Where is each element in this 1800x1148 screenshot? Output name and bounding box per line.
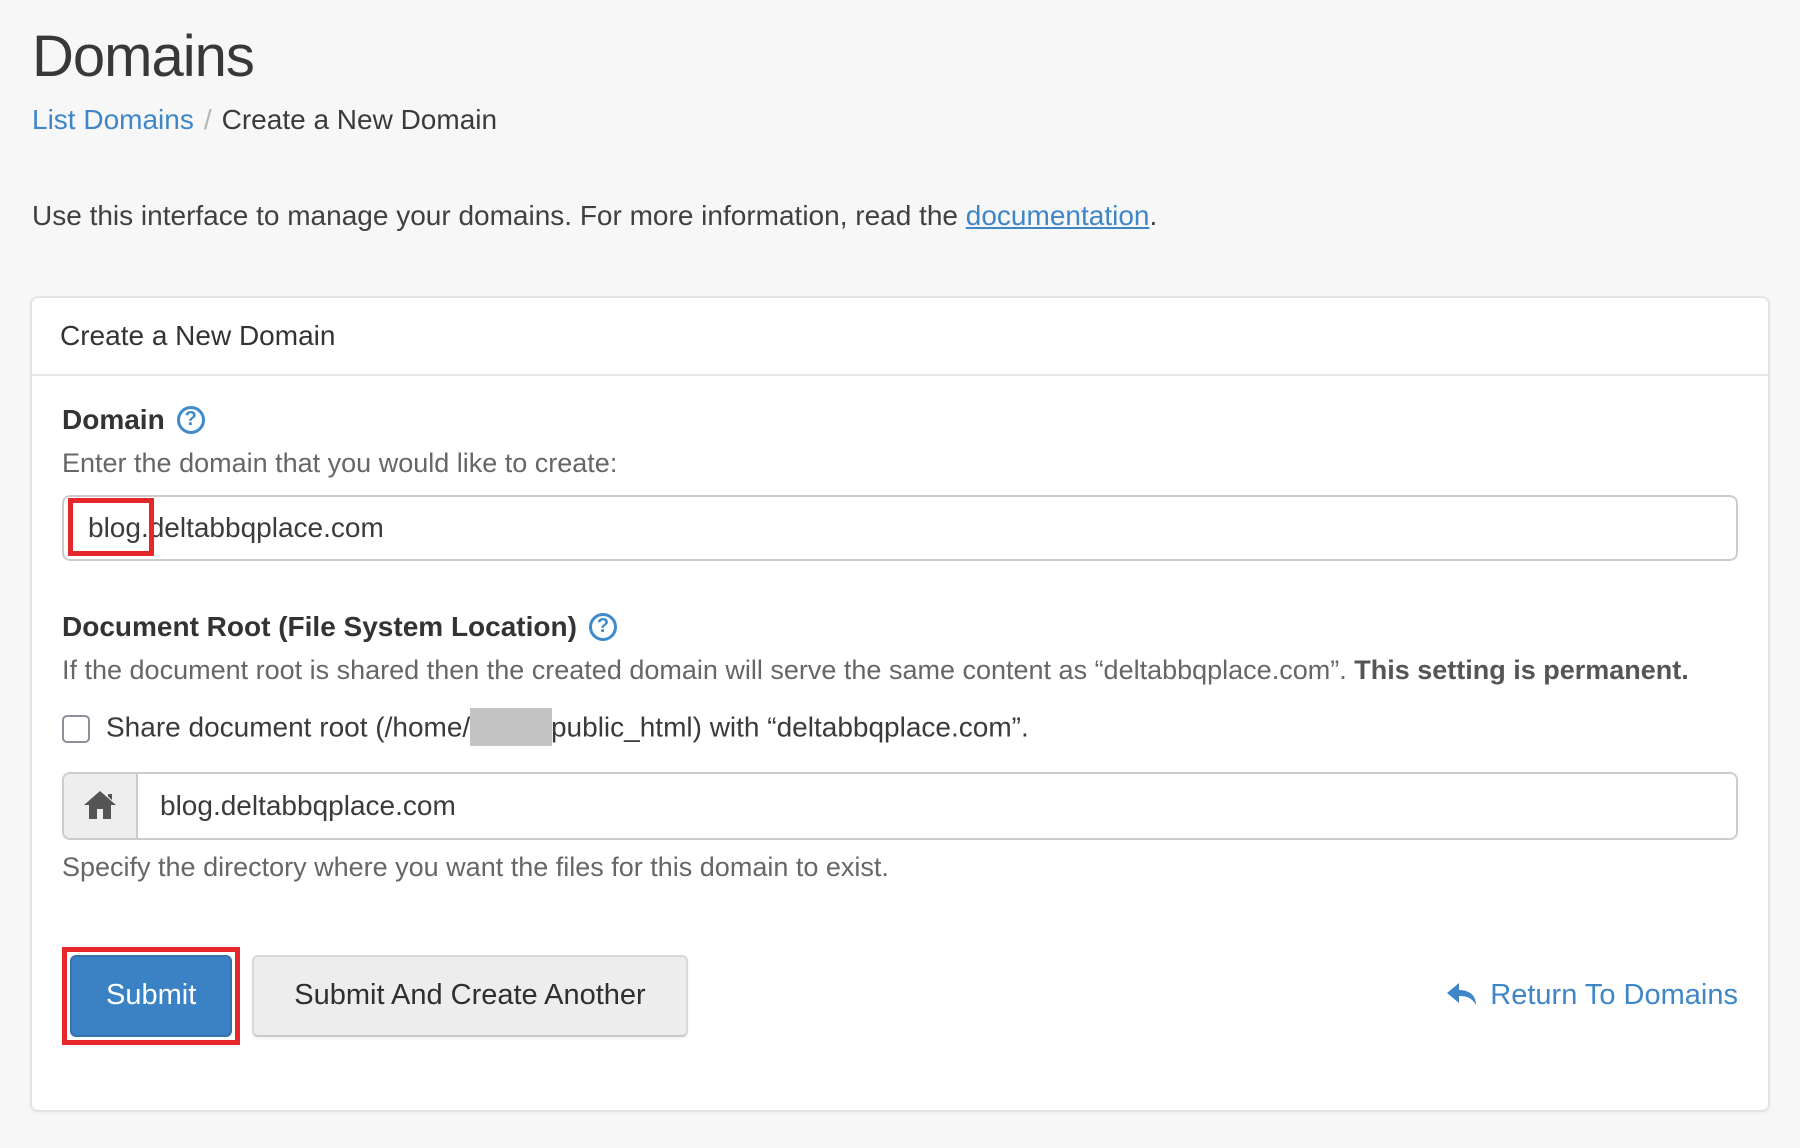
share-docroot-label: Share document root (/home/ /public_html)… (106, 708, 1029, 750)
docroot-input-addon (64, 774, 138, 838)
reply-arrow-icon (1446, 982, 1478, 1010)
docroot-field-label: Document Root (File System Location) ? (62, 611, 1738, 643)
username-redaction-box (470, 708, 552, 746)
share-docroot-row: Share document root (/home/ /public_html)… (62, 708, 1738, 750)
share-label-before: Share document root (/home/ (106, 711, 470, 742)
page: Domains List Domains / Create a New Domain… (0, 0, 1800, 1112)
panel-body: Domain ? Enter the domain that you would… (32, 376, 1768, 1045)
panel-header: Create a New Domain (32, 298, 1768, 376)
domain-field-label: Domain ? (62, 404, 1738, 436)
return-to-domains-link[interactable]: Return To Domains (1446, 979, 1738, 1012)
docroot-description-regular: If the document root is shared then the … (62, 655, 1354, 685)
return-to-domains-label: Return To Domains (1490, 979, 1738, 1012)
share-label-after: /public_html) with “deltabbqplace.com”. (543, 711, 1029, 742)
breadcrumb: List Domains / Create a New Domain (32, 102, 1770, 138)
actions-row: Submit Submit And Create Another Return … (62, 947, 1738, 1045)
submit-and-create-another-button[interactable]: Submit And Create Another (252, 955, 687, 1037)
domain-label-text: Domain (62, 404, 165, 436)
documentation-link[interactable]: documentation (966, 200, 1150, 231)
docroot-description: If the document root is shared then the … (62, 655, 1738, 686)
docroot-description-bold: This setting is permanent. (1354, 655, 1689, 685)
share-docroot-checkbox[interactable] (62, 715, 90, 743)
breadcrumb-separator: / (204, 104, 212, 135)
breadcrumb-link-list-domains[interactable]: List Domains (32, 104, 194, 135)
docroot-label-text: Document Root (File System Location) (62, 611, 577, 643)
intro-text-after: . (1149, 200, 1157, 231)
submit-button[interactable]: Submit (70, 955, 232, 1037)
domain-input-wrap (62, 495, 1738, 561)
intro-text: Use this interface to manage your domain… (32, 200, 1770, 232)
submit-highlight-annotation: Submit (62, 947, 240, 1045)
page-title: Domains (32, 22, 1770, 92)
home-icon (84, 791, 116, 820)
docroot-help-icon[interactable]: ? (589, 613, 617, 641)
domain-input[interactable] (62, 495, 1738, 561)
docroot-input-group (62, 772, 1738, 840)
intro-text-before: Use this interface to manage your domain… (32, 200, 966, 231)
docroot-help-text: Specify the directory where you want the… (62, 852, 1738, 883)
docroot-path-input[interactable] (138, 774, 1736, 838)
create-domain-panel: Create a New Domain Domain ? Enter the d… (30, 296, 1770, 1112)
domain-help-icon[interactable]: ? (177, 406, 205, 434)
breadcrumb-current: Create a New Domain (222, 104, 497, 135)
domain-help-text: Enter the domain that you would like to … (62, 448, 1738, 479)
